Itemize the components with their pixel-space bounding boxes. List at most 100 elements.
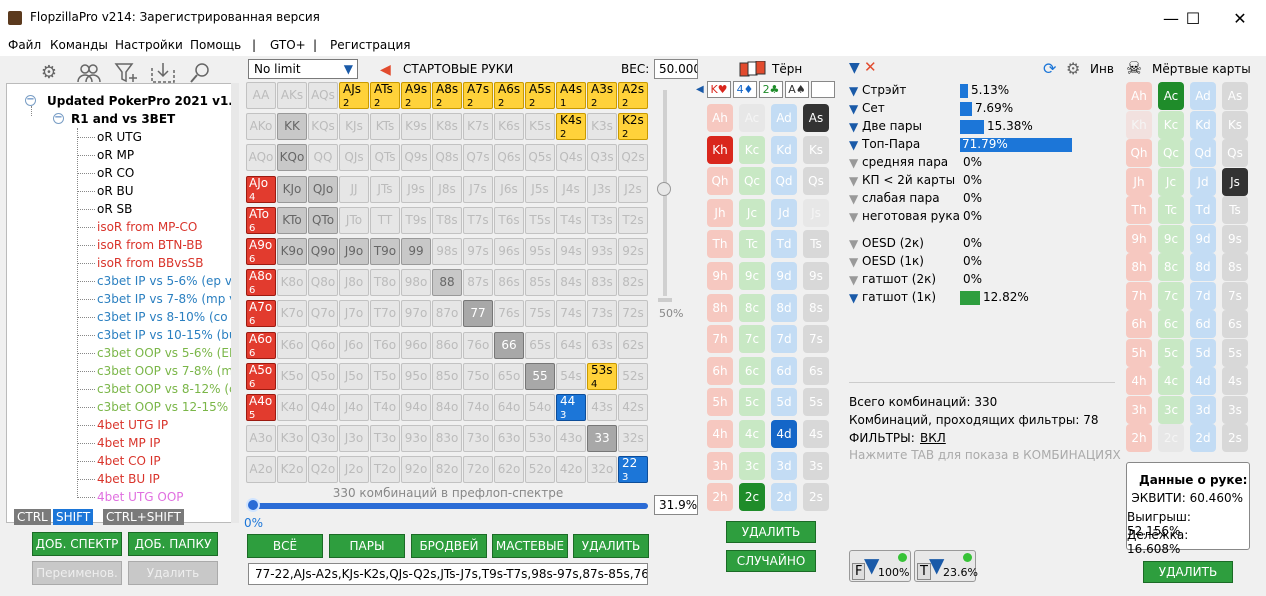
hand-cell[interactable]: Q2s bbox=[618, 144, 648, 172]
card-6s[interactable]: 6s bbox=[803, 356, 829, 385]
card-9s[interactable]: 9s bbox=[1222, 224, 1248, 253]
hand-cell[interactable]: K5s bbox=[525, 113, 555, 141]
hand-cell[interactable]: A7o 6 bbox=[246, 300, 276, 328]
filter-icon[interactable]: ▼ bbox=[849, 103, 859, 115]
hand-cell[interactable]: A8o 6 bbox=[246, 269, 276, 297]
hand-cell[interactable]: 86o bbox=[432, 331, 462, 359]
hand-cell[interactable]: A5o 6 bbox=[246, 362, 276, 390]
tree-item[interactable]: isoR from BTN-BB bbox=[97, 236, 203, 254]
refresh-icon[interactable]: ⟳ bbox=[1043, 59, 1056, 78]
hand-cell[interactable]: T9s bbox=[401, 206, 431, 234]
hand-cell[interactable]: QJs bbox=[339, 144, 369, 172]
card-Ac[interactable]: Ac bbox=[739, 104, 765, 132]
hand-cell[interactable]: K9o bbox=[277, 238, 307, 265]
card-5s[interactable]: 5s bbox=[1222, 338, 1248, 367]
range-percent-slider[interactable] bbox=[248, 503, 648, 509]
hand-cell[interactable]: K6o bbox=[277, 331, 307, 359]
menu-help[interactable]: Помощь bbox=[190, 38, 241, 52]
card-Kc[interactable]: Kc bbox=[1158, 110, 1184, 139]
hand-cell[interactable]: 73o bbox=[463, 425, 493, 453]
hand-cell[interactable]: Q4s bbox=[556, 144, 586, 172]
hand-cell[interactable]: T4s bbox=[556, 206, 586, 234]
card-Jh[interactable]: Jh bbox=[1126, 167, 1152, 196]
weight-input[interactable]: 50.000 bbox=[654, 59, 698, 79]
tree-item[interactable]: c3bet IP vs 5-6% (ep vs bbox=[97, 272, 237, 290]
collapse-icon[interactable]: − bbox=[25, 95, 36, 106]
tree-item[interactable]: 4bet MP IP bbox=[97, 434, 160, 452]
card-4c[interactable]: 4c bbox=[739, 420, 765, 448]
card-8d[interactable]: 8d bbox=[771, 293, 797, 322]
hand-cell[interactable]: 32s bbox=[618, 425, 648, 453]
filter-icon[interactable]: ▼ bbox=[849, 292, 859, 304]
hand-cell[interactable]: 85s bbox=[525, 269, 555, 297]
card-3d[interactable]: 3d bbox=[1190, 395, 1216, 424]
hand-cell[interactable]: K5o bbox=[277, 362, 307, 390]
close-button[interactable]: ✕ bbox=[1217, 6, 1263, 32]
card-9h[interactable]: 9h bbox=[707, 262, 733, 290]
stat-label[interactable]: средняя пара bbox=[862, 155, 948, 169]
menu-settings[interactable]: Настройки bbox=[115, 38, 183, 52]
card-Kc[interactable]: Kc bbox=[739, 135, 765, 164]
weight-slider-thumb[interactable] bbox=[657, 182, 671, 196]
turn-filter-button[interactable]: T ▼ 23.6% bbox=[914, 550, 978, 582]
shift-key[interactable]: SHIFT bbox=[53, 509, 94, 525]
hand-cell[interactable]: K3o bbox=[277, 425, 307, 453]
hand-cell[interactable]: 43o bbox=[556, 425, 586, 453]
tree-item[interactable]: oR CO bbox=[97, 164, 134, 182]
hand-cell[interactable]: 76s bbox=[494, 300, 524, 328]
hand-cell[interactable]: Q7o bbox=[308, 300, 338, 328]
hand-cell[interactable]: 93o bbox=[401, 425, 431, 453]
maximize-button[interactable]: ☐ bbox=[1170, 6, 1216, 32]
card-Kd[interactable]: Kd bbox=[771, 135, 797, 164]
card-6h[interactable]: 6h bbox=[1126, 310, 1152, 338]
hand-cell[interactable]: 65o bbox=[494, 362, 524, 390]
hand-cell[interactable]: 84s bbox=[556, 269, 586, 297]
hand-cell[interactable]: AJo 4 bbox=[246, 175, 276, 203]
add-range-button[interactable]: ДОБ. СПЕКТР bbox=[32, 532, 122, 556]
menu-registration[interactable]: Регистрация bbox=[330, 38, 410, 52]
stat-label[interactable]: КП < 2й карты bbox=[862, 173, 955, 187]
hand-cell[interactable]: 98o bbox=[401, 269, 431, 297]
card-2d[interactable]: 2d bbox=[771, 483, 797, 512]
hand-cell[interactable]: J2s bbox=[618, 175, 648, 203]
card-3h[interactable]: 3h bbox=[1126, 395, 1152, 424]
hand-cell[interactable]: 52o bbox=[525, 456, 555, 484]
hand-cell[interactable]: 33 bbox=[587, 425, 617, 453]
hand-cell[interactable]: KQs bbox=[308, 113, 338, 141]
filter-icon[interactable]: ▼ bbox=[849, 139, 859, 151]
hand-cell[interactable]: T6o bbox=[370, 331, 400, 359]
card-2h[interactable]: 2h bbox=[707, 483, 733, 512]
import-icon[interactable] bbox=[150, 62, 176, 84]
card-8s[interactable]: 8s bbox=[803, 293, 829, 322]
card-3c[interactable]: 3c bbox=[739, 451, 765, 480]
filters-toggle[interactable]: ВКЛ bbox=[920, 431, 946, 445]
menu-gto[interactable]: GTO+ bbox=[270, 38, 306, 52]
hand-cell[interactable]: A9s 2 bbox=[401, 82, 431, 109]
hand-cell[interactable]: T3s bbox=[587, 206, 617, 234]
hand-cell[interactable]: 95o bbox=[401, 362, 431, 390]
card-Jc[interactable]: Jc bbox=[739, 198, 765, 227]
stat-label[interactable]: слабая пара bbox=[862, 191, 940, 205]
card-8d[interactable]: 8d bbox=[1190, 253, 1216, 281]
hand-cell[interactable]: 54s bbox=[556, 362, 586, 390]
hand-cell[interactable]: Q6o bbox=[308, 331, 338, 359]
hand-cell[interactable]: 52s bbox=[618, 362, 648, 390]
hand-cell[interactable]: Q9o bbox=[308, 238, 338, 265]
arrow-left-icon[interactable]: ◀ bbox=[380, 62, 391, 78]
card-8c[interactable]: 8c bbox=[1158, 253, 1184, 281]
hand-cell[interactable]: T2s bbox=[618, 206, 648, 234]
hand-cell[interactable]: 66 bbox=[494, 331, 524, 359]
users-icon[interactable] bbox=[76, 62, 102, 84]
search-icon[interactable] bbox=[188, 62, 214, 84]
hand-cell[interactable]: 87s bbox=[463, 269, 493, 297]
hand-cell[interactable]: J8o bbox=[339, 269, 369, 297]
card-Ad[interactable]: Ad bbox=[771, 104, 797, 132]
hand-cell[interactable]: J4s bbox=[556, 175, 586, 203]
range-text-input[interactable]: 77-22,AJs-A2s,KJs-K2s,QJs-Q2s,JTs-J7s,T9… bbox=[248, 563, 648, 585]
hand-cell[interactable]: K6s bbox=[494, 113, 524, 141]
hand-cell[interactable]: K8s bbox=[432, 113, 462, 141]
tree-root[interactable]: Updated PokerPro 2021 v1.2 bbox=[47, 92, 237, 110]
hand-cell[interactable]: A9o 6 bbox=[246, 238, 276, 265]
hand-cell[interactable]: KJs bbox=[339, 113, 369, 141]
hand-cell[interactable]: A5s 2 bbox=[525, 82, 555, 109]
